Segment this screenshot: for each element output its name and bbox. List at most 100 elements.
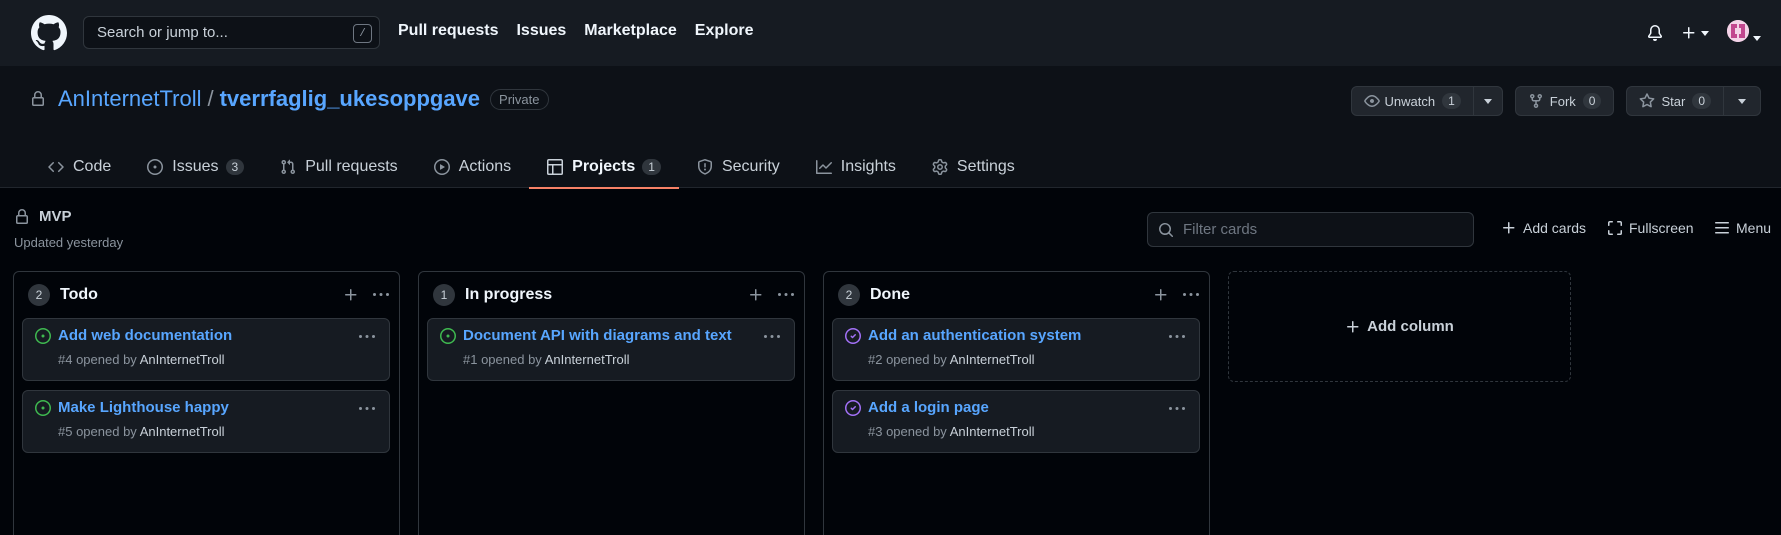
repo-owner-link[interactable]: AnInternetTroll bbox=[58, 86, 201, 112]
issue-icon bbox=[147, 159, 164, 175]
hamburger-icon bbox=[1715, 222, 1729, 234]
issues-count: 3 bbox=[225, 159, 245, 175]
chevron-down-icon bbox=[1701, 30, 1709, 36]
fullscreen-icon bbox=[1608, 221, 1622, 235]
fork-icon bbox=[1529, 94, 1542, 109]
nav-pull-requests[interactable]: Pull requests bbox=[398, 22, 498, 40]
tab-projects[interactable]: Projects 1 bbox=[529, 146, 679, 189]
repo-name-link[interactable]: tverrfaglig_ukesoppgave bbox=[220, 86, 480, 112]
column-todo: 2 Todo Add web documentation #4 opened b… bbox=[13, 271, 400, 535]
tab-pull-requests[interactable]: Pull requests bbox=[262, 146, 416, 188]
card-author[interactable]: AnInternetTroll bbox=[950, 352, 1035, 367]
star-button[interactable]: Star 0 bbox=[1627, 87, 1723, 115]
star-label: Star bbox=[1661, 93, 1686, 109]
issue-opened-icon bbox=[35, 400, 51, 416]
plus-icon[interactable] bbox=[748, 287, 764, 303]
create-new-menu[interactable] bbox=[1681, 24, 1709, 41]
card-title[interactable]: Document API with diagrams and text bbox=[463, 327, 732, 344]
card-title[interactable]: Add web documentation bbox=[58, 327, 232, 344]
card-author[interactable]: AnInternetTroll bbox=[545, 352, 630, 367]
tab-code[interactable]: Code bbox=[30, 146, 129, 188]
eye-icon bbox=[1363, 95, 1380, 107]
tab-security[interactable]: Security bbox=[679, 146, 798, 188]
plus-icon bbox=[1347, 320, 1359, 332]
global-nav: Pull requests Issues Marketplace Explore bbox=[398, 22, 753, 40]
chevron-down-icon bbox=[1753, 35, 1761, 41]
plus-icon[interactable] bbox=[1153, 287, 1169, 303]
issue-card[interactable]: Document API with diagrams and text #1 o… bbox=[427, 318, 795, 381]
unwatch-label: Unwatch bbox=[1384, 93, 1436, 109]
card-title[interactable]: Make Lighthouse happy bbox=[58, 399, 229, 416]
fullscreen-button[interactable]: Fullscreen bbox=[1607, 220, 1694, 236]
repo-title: AnInternetTroll / tverrfaglig_ukesoppgav… bbox=[30, 86, 549, 112]
tab-label: Settings bbox=[956, 158, 1015, 175]
card-meta: #4 opened by AnInternetTroll bbox=[58, 352, 224, 367]
nav-explore[interactable]: Explore bbox=[695, 22, 754, 40]
tab-label: Code bbox=[73, 158, 112, 175]
lock-icon bbox=[32, 91, 44, 106]
github-logo-icon[interactable] bbox=[31, 15, 67, 51]
project-name: MVP bbox=[39, 208, 72, 225]
card-title[interactable]: Add a login page bbox=[868, 399, 989, 416]
search-shortcut-key: / bbox=[353, 24, 372, 43]
kebab-horizontal-icon[interactable] bbox=[1169, 401, 1185, 417]
issue-card[interactable]: Add an authentication system #2 opened b… bbox=[832, 318, 1200, 381]
issue-card[interactable]: Make Lighthouse happy #5 opened by AnInt… bbox=[22, 390, 390, 453]
column-header: 1 In progress bbox=[433, 282, 794, 308]
issue-opened-icon bbox=[35, 328, 51, 344]
nav-issues[interactable]: Issues bbox=[516, 22, 566, 40]
tab-issues[interactable]: Issues 3 bbox=[129, 146, 262, 188]
issue-card[interactable]: Add web documentation #4 opened by AnInt… bbox=[22, 318, 390, 381]
kebab-horizontal-icon[interactable] bbox=[1169, 329, 1185, 345]
project-title: MVP bbox=[14, 208, 72, 225]
bell-icon[interactable] bbox=[1647, 24, 1663, 41]
column-card-count: 2 bbox=[28, 284, 50, 306]
kebab-horizontal-icon[interactable] bbox=[359, 401, 375, 417]
unwatch-button[interactable]: Unwatch 1 bbox=[1352, 87, 1473, 115]
star-button-group: Star 0 bbox=[1626, 86, 1761, 116]
kebab-horizontal-icon[interactable] bbox=[764, 329, 780, 345]
card-author[interactable]: AnInternetTroll bbox=[140, 352, 225, 367]
shield-icon bbox=[697, 159, 712, 175]
search-placeholder: Search or jump to... bbox=[97, 24, 228, 41]
filter-cards-input[interactable]: Filter cards bbox=[1147, 212, 1474, 247]
kebab-horizontal-icon[interactable] bbox=[359, 329, 375, 345]
issue-closed-icon bbox=[845, 400, 861, 416]
tab-label: Pull requests bbox=[305, 158, 398, 175]
repo-tabs: Code Issues 3 Pull requests Actions Proj… bbox=[30, 146, 1033, 189]
global-search-input[interactable]: Search or jump to... / bbox=[83, 16, 380, 49]
plus-icon[interactable] bbox=[343, 287, 359, 303]
plus-icon bbox=[1683, 27, 1695, 39]
kebab-horizontal-icon[interactable] bbox=[778, 287, 794, 303]
card-title[interactable]: Add an authentication system bbox=[868, 327, 1081, 344]
card-author[interactable]: AnInternetTroll bbox=[950, 424, 1035, 439]
kebab-horizontal-icon[interactable] bbox=[1183, 287, 1199, 303]
tab-actions[interactable]: Actions bbox=[416, 146, 529, 188]
fork-button[interactable]: Fork 0 bbox=[1516, 87, 1614, 115]
fork-label: Fork bbox=[1549, 93, 1576, 109]
column-title: Done bbox=[870, 286, 910, 303]
add-column-button[interactable]: Add column bbox=[1228, 271, 1571, 382]
tab-insights[interactable]: Insights bbox=[798, 146, 914, 188]
tab-settings[interactable]: Settings bbox=[914, 146, 1033, 188]
repo-separator: / bbox=[207, 86, 214, 111]
visibility-badge: Private bbox=[490, 88, 549, 110]
card-author[interactable]: AnInternetTroll bbox=[140, 424, 225, 439]
graph-icon bbox=[815, 160, 832, 174]
add-cards-button[interactable]: Add cards bbox=[1501, 220, 1586, 236]
plus-icon bbox=[1503, 222, 1515, 234]
issue-card[interactable]: Add a login page #3 opened by AnInternet… bbox=[832, 390, 1200, 453]
kebab-horizontal-icon[interactable] bbox=[373, 287, 389, 303]
column-title: Todo bbox=[60, 286, 98, 303]
menu-button[interactable]: Menu bbox=[1714, 220, 1771, 236]
star-icon bbox=[1640, 93, 1655, 108]
watch-dropdown-button[interactable] bbox=[1472, 87, 1502, 115]
card-meta: #3 opened by AnInternetTroll bbox=[868, 424, 1034, 439]
tab-label: Issues bbox=[172, 158, 219, 175]
add-column-label: Add column bbox=[1367, 318, 1454, 335]
card-meta: #5 opened by AnInternetTroll bbox=[58, 424, 224, 439]
user-menu[interactable] bbox=[1727, 20, 1761, 45]
issue-opened-icon bbox=[440, 328, 456, 344]
star-dropdown-button[interactable] bbox=[1723, 87, 1760, 115]
nav-marketplace[interactable]: Marketplace bbox=[584, 22, 677, 40]
